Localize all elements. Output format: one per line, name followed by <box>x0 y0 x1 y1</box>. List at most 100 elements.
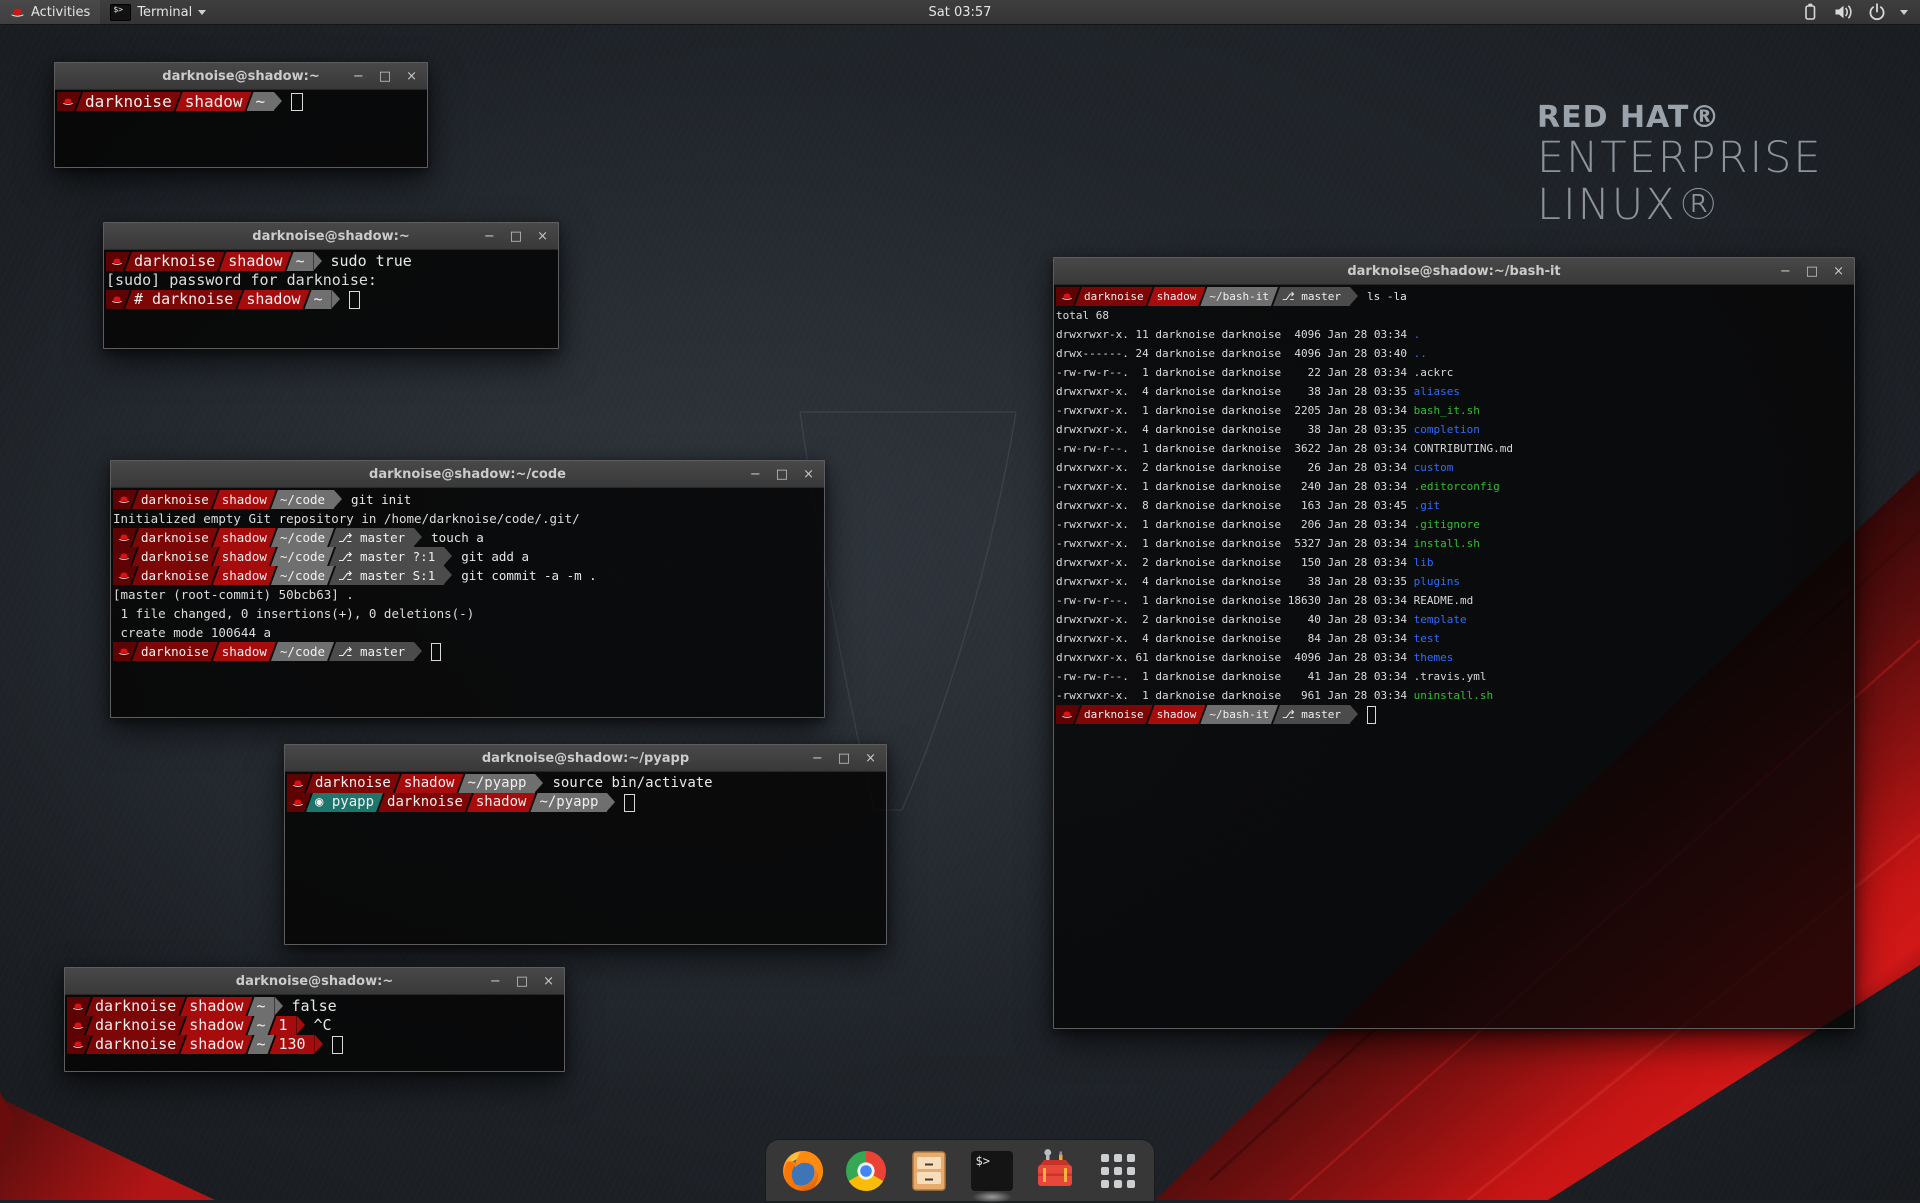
titlebar[interactable]: darknoise@shadow:~ − □ × <box>55 63 427 90</box>
top-bar: Activities $> Terminal Sat 03:57 <box>0 0 1920 25</box>
titlebar[interactable]: darknoise@shadow:~/pyapp − □ × <box>285 745 886 772</box>
terminal-content[interactable]: darknoiseshadow~ <box>55 90 427 167</box>
titlebar[interactable]: darknoise@shadow:~ − □ × <box>104 223 558 250</box>
prompt-segment-host: shadow <box>395 774 464 793</box>
maximize-button[interactable]: □ <box>776 468 788 481</box>
brand-line-2: ENTERPRISE <box>1537 135 1823 182</box>
ls-row-filename: . <box>1414 325 1421 344</box>
toolbox-icon[interactable] <box>1032 1148 1078 1194</box>
command-text: ls -la <box>1367 287 1407 306</box>
terminal-cursor <box>291 93 303 111</box>
maximize-button[interactable]: □ <box>379 70 391 83</box>
close-button[interactable]: × <box>803 468 814 481</box>
ls-row-meta: drwxrwxr-x. 4 darknoise darknoise 38 Jan… <box>1056 382 1414 401</box>
minimize-button[interactable]: − <box>484 230 495 243</box>
output-line: drwxrwxr-x. 2 darknoise darknoise 26 Jan… <box>1056 458 1853 477</box>
chrome-icon[interactable] <box>843 1148 889 1194</box>
maximize-button[interactable]: □ <box>516 975 528 988</box>
maximize-button[interactable]: □ <box>838 752 850 765</box>
ls-row-filename: .gitignore <box>1414 515 1480 534</box>
prompt-segment-host: shadow <box>213 490 276 509</box>
maximize-button[interactable]: □ <box>1806 265 1818 278</box>
terminal-window-code[interactable]: darknoise@shadow:~/code − □ × darknoises… <box>110 460 825 718</box>
close-button[interactable]: × <box>406 70 417 83</box>
activities-label: Activities <box>31 5 90 20</box>
window-title: darknoise@shadow:~/code <box>111 467 824 482</box>
power-icon[interactable] <box>1867 2 1887 22</box>
rhel-branding: RED HAT® ENTERPRISE LINUX® <box>1537 100 1823 229</box>
titlebar[interactable]: darknoise@shadow:~ − □ × <box>65 968 564 995</box>
ls-row-meta: drwxrwxr-x. 4 darknoise darknoise 84 Jan… <box>1056 629 1414 648</box>
prompt-arrow <box>297 1016 305 1034</box>
command-text: git init <box>351 490 411 509</box>
activities-button[interactable]: Activities <box>0 0 100 24</box>
prompt-segment-user: darknoise <box>132 547 218 566</box>
close-button[interactable]: × <box>537 230 548 243</box>
prompt-segment-host: shadow <box>1148 287 1206 306</box>
prompt-segment-host: shadow <box>219 252 291 271</box>
terminal-app-icon: $> <box>110 4 131 21</box>
terminal-window-home-1[interactable]: darknoise@shadow:~ − □ × darknoiseshadow… <box>54 62 428 168</box>
prompt-segment-path: ~/bash-it <box>1200 287 1278 306</box>
battery-icon[interactable] <box>1800 2 1820 22</box>
ls-row-meta: -rwxrwxr-x. 1 darknoise darknoise 961 Ja… <box>1056 686 1414 705</box>
window-title: darknoise@shadow:~/bash-it <box>1054 264 1854 279</box>
volume-icon[interactable] <box>1833 2 1854 22</box>
minimize-button[interactable]: − <box>750 468 761 481</box>
redhat-logo-icon <box>10 6 25 19</box>
prompt-line: darknoiseshadow~/codegit init <box>113 490 823 509</box>
terminal-cursor <box>332 1036 343 1054</box>
terminal-content[interactable]: darknoiseshadow~sudo true[sudo] password… <box>104 250 558 348</box>
app-grid-icon[interactable] <box>1095 1148 1141 1194</box>
terminal-content[interactable]: darknoiseshadow~/codegit initInitialized… <box>111 488 824 717</box>
command-text: false <box>292 997 337 1016</box>
minimize-button[interactable]: − <box>490 975 501 988</box>
output-line: Initialized empty Git repository in /hom… <box>113 509 823 528</box>
output-line: [sudo] password for darknoise: <box>106 271 557 290</box>
close-button[interactable]: × <box>1833 265 1844 278</box>
redhat-prompt-icon <box>1061 291 1073 302</box>
terminal-icon[interactable]: $> <box>969 1148 1015 1194</box>
prompt-segment-host: shadow <box>1148 705 1206 724</box>
terminal-window-pyapp[interactable]: darknoise@shadow:~/pyapp − □ × darknoise… <box>284 744 887 945</box>
prompt-arrow <box>414 642 422 660</box>
firefox-icon[interactable] <box>780 1148 826 1194</box>
terminal-content[interactable]: darknoiseshadow~falsedarknoiseshadow~1^C… <box>65 995 564 1071</box>
minimize-button[interactable]: − <box>812 752 823 765</box>
redhat-prompt-icon <box>72 1039 84 1050</box>
ls-row-meta: -rw-rw-r--. 1 darknoise darknoise 18630 … <box>1056 591 1414 610</box>
prompt-segment-user: darknoise <box>86 1016 185 1035</box>
output-line: drwxrwxr-x. 61 darknoise darknoise 4096 … <box>1056 648 1853 667</box>
ls-row-meta: -rwxrwxr-x. 1 darknoise darknoise 2205 J… <box>1056 401 1414 420</box>
output-line: drwxrwxr-x. 4 darknoise darknoise 38 Jan… <box>1056 572 1853 591</box>
prompt-line: darknoiseshadow~ <box>57 92 426 111</box>
prompt-segment-exit: 130 <box>270 1035 315 1054</box>
ls-row-meta: drwxrwxr-x. 2 darknoise darknoise 150 Ja… <box>1056 553 1414 572</box>
terminal-content[interactable]: darknoiseshadow~/pyappsource bin/activat… <box>285 772 886 944</box>
minimize-button[interactable]: − <box>1780 265 1791 278</box>
prompt-segment-path: ~ <box>247 997 274 1016</box>
terminal-window-bash-it[interactable]: darknoise@shadow:~/bash-it − □ × darknoi… <box>1053 257 1855 1029</box>
minimize-button[interactable]: − <box>353 70 364 83</box>
clock[interactable]: Sat 03:57 <box>929 5 992 20</box>
terminal-window-home-2[interactable]: darknoise@shadow:~ − □ × darknoiseshadow… <box>64 967 565 1072</box>
output-line: drwxrwxr-x. 2 darknoise darknoise 40 Jan… <box>1056 610 1853 629</box>
output-line: 1 file changed, 0 insertions(+), 0 delet… <box>113 604 823 623</box>
files-icon[interactable] <box>906 1148 952 1194</box>
output-line: drwxrwxr-x. 4 darknoise darknoise 38 Jan… <box>1056 420 1853 439</box>
prompt-arrow <box>444 547 452 565</box>
close-button[interactable]: × <box>543 975 554 988</box>
brand-line-3: LINUX® <box>1537 182 1823 229</box>
tray-caret-down-icon[interactable] <box>1900 10 1908 15</box>
titlebar[interactable]: darknoise@shadow:~/code − □ × <box>111 461 824 488</box>
app-menu-terminal[interactable]: $> Terminal <box>100 0 216 24</box>
terminal-content[interactable]: darknoiseshadow~/bash-it⎇ masterls -lato… <box>1054 285 1854 1028</box>
maximize-button[interactable]: □ <box>510 230 522 243</box>
prompt-segment-venv: ◉ pyapp <box>306 793 383 812</box>
titlebar[interactable]: darknoise@shadow:~/bash-it − □ × <box>1054 258 1854 285</box>
close-button[interactable]: × <box>865 752 876 765</box>
terminal-window-sudo[interactable]: darknoise@shadow:~ − □ × darknoiseshadow… <box>103 222 559 349</box>
output-line: drwxrwxr-x. 2 darknoise darknoise 150 Ja… <box>1056 553 1853 572</box>
ls-row-filename: lib <box>1414 553 1434 572</box>
prompt-segment-user: darknoise <box>1075 705 1153 724</box>
